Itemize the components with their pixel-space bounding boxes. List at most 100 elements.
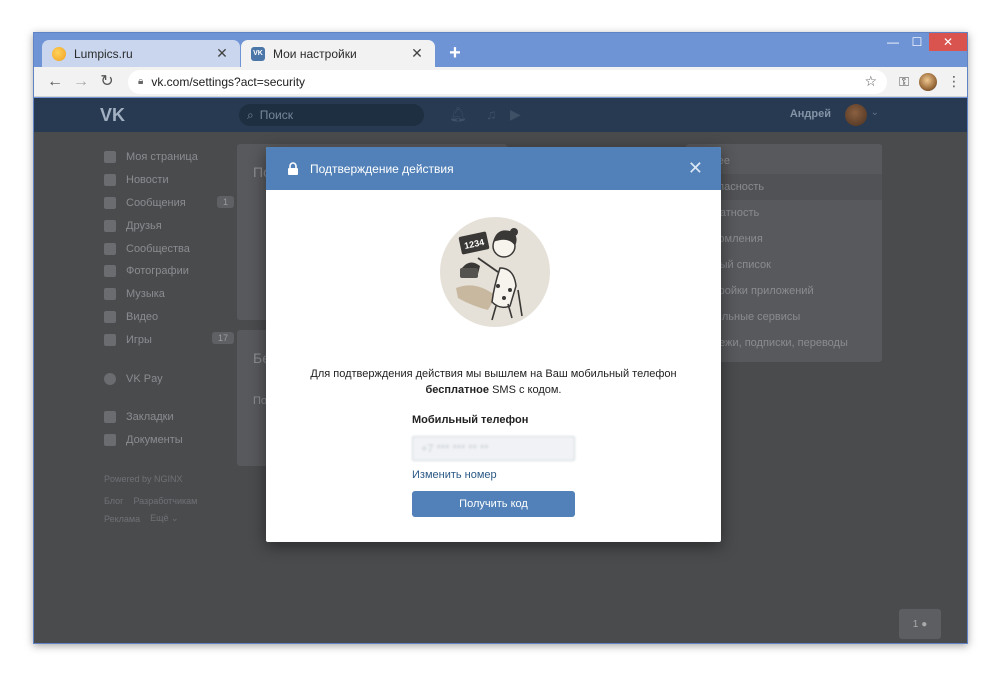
document-icon — [104, 434, 116, 447]
url-text: vk.com/settings?act=security — [151, 74, 306, 89]
footer-link-ads[interactable]: Реклама — [104, 514, 140, 524]
footer-link-more[interactable]: Ещё ⌄ — [150, 513, 178, 524]
sidebar-item-label: Друзья — [126, 219, 162, 232]
tab-settings[interactable]: VK Мои настройки ✕ — [241, 40, 435, 67]
card-text: По — [253, 395, 268, 407]
sidebar-item-label: Музыка — [126, 288, 165, 301]
bookmark-star-icon[interactable]: ☆ — [865, 73, 878, 90]
sidebar-item-photos[interactable]: Фотографии — [104, 260, 234, 283]
sidebar-item-bookmarks[interactable]: Закладки — [104, 406, 234, 429]
vk-page: VK ⌕ Поиск 🔔︎ ♫ ▶ Андрей ⌄ Моя страница … — [34, 98, 967, 643]
message-line-1: Для подтверждения действия мы вышлем на … — [310, 368, 677, 380]
sidebar-item-label: Игры — [126, 333, 152, 346]
vk-search-input[interactable]: ⌕ Поиск — [239, 104, 424, 126]
bell-icon[interactable]: 🔔︎ — [449, 106, 467, 123]
sidebar-item-label: Сообщества — [126, 242, 190, 255]
sidebar-item-documents[interactable]: Документы — [104, 429, 234, 452]
left-menu: Моя страница Новости Сообщения 1 Друзья С… — [104, 146, 234, 528]
games-count-badge: 17 — [211, 332, 234, 345]
sidebar-item-label: Сообщения — [126, 196, 186, 209]
camera-icon — [104, 265, 116, 278]
vk-header: VK ⌕ Поиск 🔔︎ ♫ ▶ Андрей ⌄ — [34, 98, 967, 132]
lumpics-favicon-icon — [52, 46, 66, 61]
sidebar-item-news[interactable]: Новости — [104, 169, 234, 192]
user-avatar[interactable] — [845, 104, 867, 126]
key-icon[interactable]: ⚿ — [899, 74, 909, 90]
music-icon — [104, 288, 116, 301]
home-icon — [104, 151, 116, 164]
maximize-button[interactable]: ☐ — [905, 33, 929, 51]
tab-strip: Lumpics.ru ✕ VK Мои настройки ✕ + — ☐ ✕ — [34, 33, 967, 67]
tab-label: Lumpics.ru — [74, 46, 133, 61]
user-icon: ● — [921, 618, 928, 630]
vk-logo[interactable]: VK — [100, 105, 136, 125]
close-icon[interactable]: ✕ — [688, 159, 703, 177]
footer-link-blog[interactable]: Блог — [104, 496, 123, 506]
search-icon: ⌕ — [247, 107, 254, 122]
tab-close-icon[interactable]: ✕ — [214, 45, 230, 62]
woman-with-sign-illustration: 1234 — [440, 217, 550, 327]
vkpay-icon — [104, 372, 116, 385]
tab-lumpics[interactable]: Lumpics.ru ✕ — [42, 40, 240, 67]
sidebar-item-my-page[interactable]: Моя страница — [104, 146, 234, 169]
powered-by-text: Powered by NGINX — [104, 473, 183, 484]
dialog-message: Для подтверждения действия мы вышлем на … — [266, 366, 721, 398]
tab-close-icon[interactable]: ✕ — [409, 45, 425, 62]
vk-favicon-icon: VK — [251, 46, 265, 61]
online-friends-badge[interactable]: 1 ● — [899, 609, 941, 639]
sidebar-item-label: Моя страница — [126, 151, 198, 164]
search-placeholder: Поиск — [259, 108, 293, 122]
back-arrow-icon[interactable]: ← — [42, 69, 68, 95]
sidebar-item-label: Фотографии — [126, 265, 189, 278]
lock-icon — [288, 161, 298, 175]
window-close-button[interactable]: ✕ — [929, 33, 967, 51]
play-icon[interactable]: ▶ — [510, 106, 521, 123]
sidebar-item-vkpay[interactable]: VK Pay — [104, 367, 234, 390]
browser-toolbar: ← → ↻ 🔒︎ vk.com/settings?act=security ☆ … — [34, 67, 967, 97]
window-controls: — ☐ ✕ — [881, 33, 967, 53]
change-number-link[interactable]: Изменить номер — [412, 469, 497, 481]
user-name[interactable]: Андрей — [790, 108, 831, 120]
sidebar-item-games[interactable]: Игры 17 — [104, 328, 234, 351]
video-icon — [104, 310, 116, 323]
browser-menu-icon[interactable]: ⋮ — [947, 73, 961, 90]
sidebar-item-label: Видео — [126, 310, 159, 323]
get-code-button[interactable]: Получить код — [412, 491, 575, 517]
sidebar-item-label: Новости — [126, 174, 169, 187]
messages-count-badge: 1 — [216, 195, 234, 208]
sidebar-item-communities[interactable]: Сообщества — [104, 237, 234, 260]
lock-icon: 🔒︎ — [138, 76, 144, 87]
minimize-button[interactable]: — — [881, 33, 905, 51]
profile-avatar[interactable] — [919, 72, 937, 91]
dialog-title: Подтверждение действия — [310, 161, 454, 176]
sidebar-item-music[interactable]: Музыка — [104, 283, 234, 306]
sidebar-item-friends[interactable]: Друзья — [104, 214, 234, 237]
community-icon — [104, 242, 116, 255]
message-rest: SMS с кодом. — [489, 384, 562, 396]
gamepad-icon — [104, 333, 116, 346]
reload-icon[interactable]: ↻ — [94, 69, 120, 95]
sidebar-item-messages[interactable]: Сообщения 1 — [104, 192, 234, 215]
chevron-down-icon[interactable]: ⌄ — [871, 107, 879, 118]
sidebar-item-label: Документы — [126, 434, 183, 447]
browser-window: Lumpics.ru ✕ VK Мои настройки ✕ + — ☐ ✕ … — [33, 32, 968, 644]
music-icon[interactable]: ♫ — [486, 106, 497, 122]
message-bold: бесплатное — [425, 384, 490, 396]
forward-arrow-icon[interactable]: → — [68, 69, 94, 95]
address-bar[interactable]: 🔒︎ vk.com/settings?act=security ☆ — [128, 69, 888, 94]
sidebar-item-label: Закладки — [126, 411, 174, 424]
sidebar-item-label: VK Pay — [126, 372, 163, 385]
new-tab-button[interactable]: + — [444, 42, 466, 64]
message-icon — [104, 196, 116, 209]
sidebar-item-video[interactable]: Видео — [104, 306, 234, 329]
footer-link-developers[interactable]: Разработчикам — [133, 496, 197, 506]
tab-label: Мои настройки — [273, 46, 357, 61]
phone-label: Мобильный телефон — [412, 414, 529, 426]
dialog-header: Подтверждение действия ✕ — [266, 147, 721, 190]
friend-icon — [104, 219, 116, 232]
star-icon — [104, 411, 116, 424]
confirmation-dialog: Подтверждение действия ✕ 1234 Для подтве… — [266, 147, 721, 542]
online-count: 1 — [912, 618, 919, 630]
news-icon — [104, 174, 116, 187]
phone-field[interactable] — [412, 436, 575, 461]
